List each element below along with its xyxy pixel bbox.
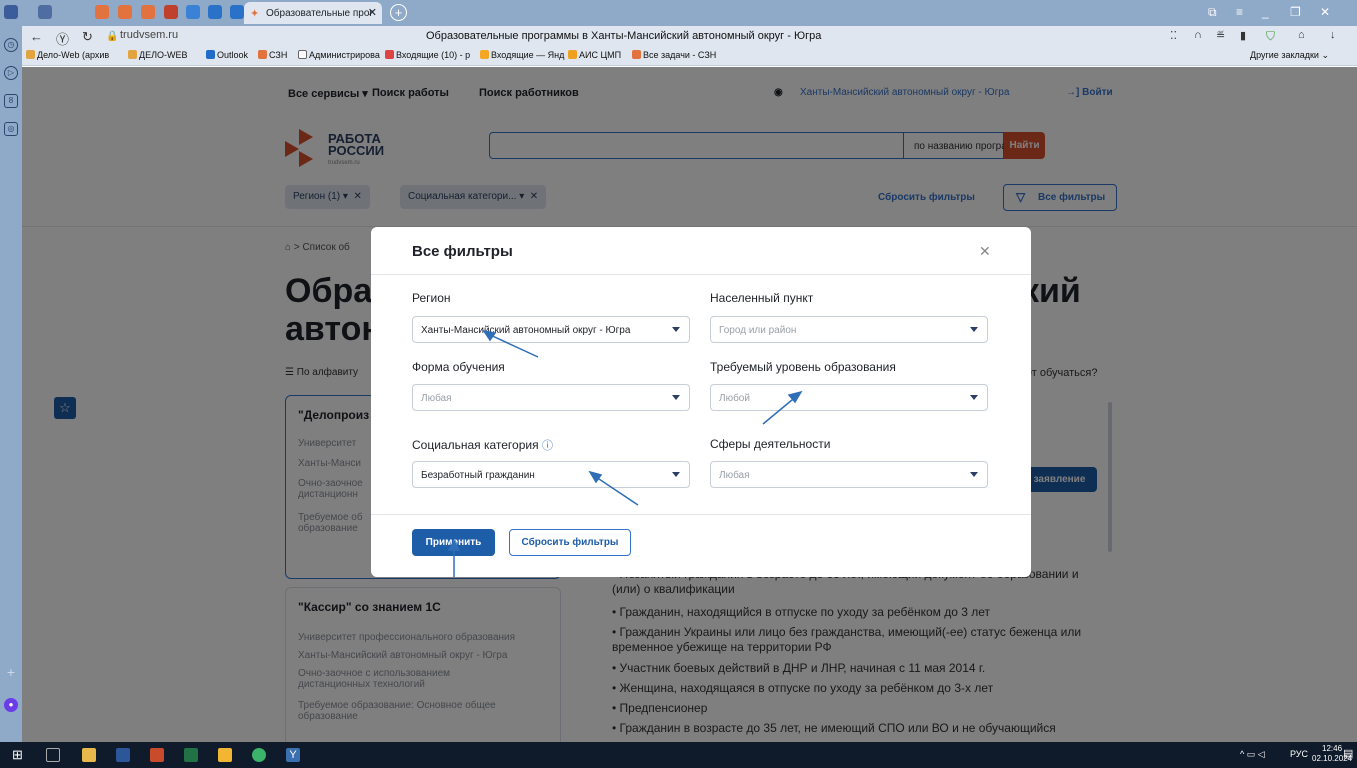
restore-icon[interactable]: ❐ <box>1290 5 1301 19</box>
wallet-icon[interactable]: ⌂ <box>1298 29 1305 41</box>
notifications-icon[interactable]: ▤ <box>1343 747 1353 760</box>
download-icon[interactable]: ↓ <box>1330 29 1336 41</box>
page-title-bar: Образовательные программы в Ханты-Мансий… <box>426 30 822 42</box>
task-view-icon[interactable] <box>46 748 60 762</box>
bookmark-icon[interactable]: ▮ <box>1240 29 1246 42</box>
close-icon[interactable]: ✕ <box>979 243 991 260</box>
address-bar: ← Ⓨ ↻ 🔒 trudvsem.ru Образовательные прог… <box>22 26 1357 48</box>
bookmark-item[interactable]: Входящие — Янд <box>480 50 564 60</box>
pinned-tab-icon[interactable] <box>95 5 109 19</box>
reader-icon[interactable]: ≝ <box>1216 29 1225 42</box>
browser-tab-bar: ✦ Образовательные прог ✕ + ⧉ ≡ _ ❐ ✕ <box>0 0 1357 26</box>
word-icon[interactable] <box>116 748 130 762</box>
shield-icon[interactable]: ⛉ <box>1266 29 1275 44</box>
chrome-icon[interactable] <box>252 748 266 762</box>
study-form-label: Форма обучения <box>412 360 505 374</box>
site-favicon-icon: ✦ <box>250 8 260 20</box>
education-level-label: Требуемый уровень образования <box>710 360 896 374</box>
bookmark-item[interactable]: Входящие (10) - р <box>385 50 470 60</box>
new-tab-button[interactable]: + <box>390 4 407 21</box>
info-icon[interactable]: ⓘ <box>542 440 553 452</box>
pinned-tab-icon[interactable] <box>164 5 178 19</box>
minimize-icon[interactable]: _ <box>1262 5 1269 19</box>
social-category-select[interactable]: Безработный гражданин <box>412 461 690 488</box>
other-bookmarks[interactable]: Другие закладки ⌄ <box>1250 50 1329 61</box>
bookmark-item[interactable]: ДЕЛО-WEB <box>128 50 188 60</box>
pinned-tab-icon[interactable] <box>38 5 52 19</box>
tray-icons[interactable]: ^ ▭ ◁ <box>1240 749 1265 760</box>
activity-sphere-label: Сферы деятельности <box>710 437 831 451</box>
play-icon[interactable]: ▷ <box>4 66 18 80</box>
tab-title: Образовательные прог <box>266 8 374 19</box>
browser-logo-icon[interactable] <box>4 5 18 19</box>
education-level-select[interactable]: Любой <box>710 384 988 411</box>
browser-sidebar: ◷ ▷ 8 ◎ + ● <box>0 26 22 742</box>
menu-icon[interactable]: ≡ <box>1236 5 1243 19</box>
assistant-icon[interactable]: ● <box>4 698 18 712</box>
language-indicator[interactable]: РУС <box>1290 749 1308 759</box>
excel-icon[interactable] <box>184 748 198 762</box>
pinned-tab-icon[interactable] <box>230 5 244 19</box>
url-text[interactable]: trudvsem.ru <box>120 29 178 41</box>
bookmark-item[interactable]: Дело-Web (архив <box>26 50 109 60</box>
bookmarks-bar: Дело-Web (архив ДЕЛО-WEB Outlook СЗН Адм… <box>22 48 1357 66</box>
social-category-label: Социальная категория ⓘ <box>412 438 553 452</box>
web-page: Все сервисы ▾ Поиск работы Поиск работни… <box>22 67 1357 742</box>
bookmark-item[interactable]: Outlook <box>206 50 248 60</box>
modal-title: Все фильтры <box>412 243 513 260</box>
windows-taskbar: ⊞ Y ^ ▭ ◁ РУС 12:46 02.10.2024 ▤ <box>0 742 1357 768</box>
lock-icon: 🔒 <box>106 31 119 42</box>
locality-select[interactable]: Город или район <box>710 316 988 343</box>
pinned-tab-icon[interactable] <box>208 5 222 19</box>
apply-button[interactable]: Применить <box>412 529 495 556</box>
extensions-icon[interactable]: ⁚⁚ <box>1170 29 1177 42</box>
yandex-browser-icon[interactable]: Y <box>286 748 300 762</box>
back-icon[interactable]: ← <box>30 29 43 44</box>
collections-icon[interactable]: ⧉ <box>1208 5 1217 20</box>
headphones-icon[interactable]: ∩ <box>1194 29 1202 41</box>
bookmark-item[interactable]: Администрирова <box>298 50 380 60</box>
bookmark-item[interactable]: Все задачи - СЗН <box>632 50 716 60</box>
badge-icon[interactable]: 8 <box>4 94 18 108</box>
region-select[interactable]: Ханты-Мансийский автономный округ - Югра <box>412 316 690 343</box>
close-tab-icon[interactable]: ✕ <box>368 6 377 19</box>
start-icon[interactable]: ⊞ <box>12 747 23 763</box>
activity-sphere-select[interactable]: Любая <box>710 461 988 488</box>
pinned-tab-icon[interactable] <box>141 5 155 19</box>
reset-filters-button[interactable]: Сбросить фильтры <box>509 529 631 556</box>
all-filters-modal: Все фильтры ✕ Регион Ханты-Мансийский ав… <box>371 227 1031 577</box>
region-label: Регион <box>412 291 451 305</box>
add-panel-icon[interactable]: + <box>4 665 18 680</box>
media-icon[interactable]: ◎ <box>4 122 18 136</box>
yandex-icon[interactable]: Ⓨ <box>56 29 69 48</box>
bookmark-item[interactable]: СЗН <box>258 50 287 60</box>
reload-icon[interactable]: ↻ <box>82 29 93 45</box>
bookmark-item[interactable]: АИС ЦМП <box>568 50 621 60</box>
close-window-icon[interactable]: ✕ <box>1320 5 1330 19</box>
explorer-icon[interactable] <box>82 748 96 762</box>
pinned-tab-icon[interactable] <box>118 5 132 19</box>
locality-label: Населенный пункт <box>710 291 814 305</box>
history-icon[interactable]: ◷ <box>4 38 18 52</box>
study-form-select[interactable]: Любая <box>412 384 690 411</box>
active-tab[interactable]: ✦ Образовательные прог ✕ <box>244 2 382 24</box>
app-icon[interactable] <box>218 748 232 762</box>
powerpoint-icon[interactable] <box>150 748 164 762</box>
pinned-tab-icon[interactable] <box>186 5 200 19</box>
